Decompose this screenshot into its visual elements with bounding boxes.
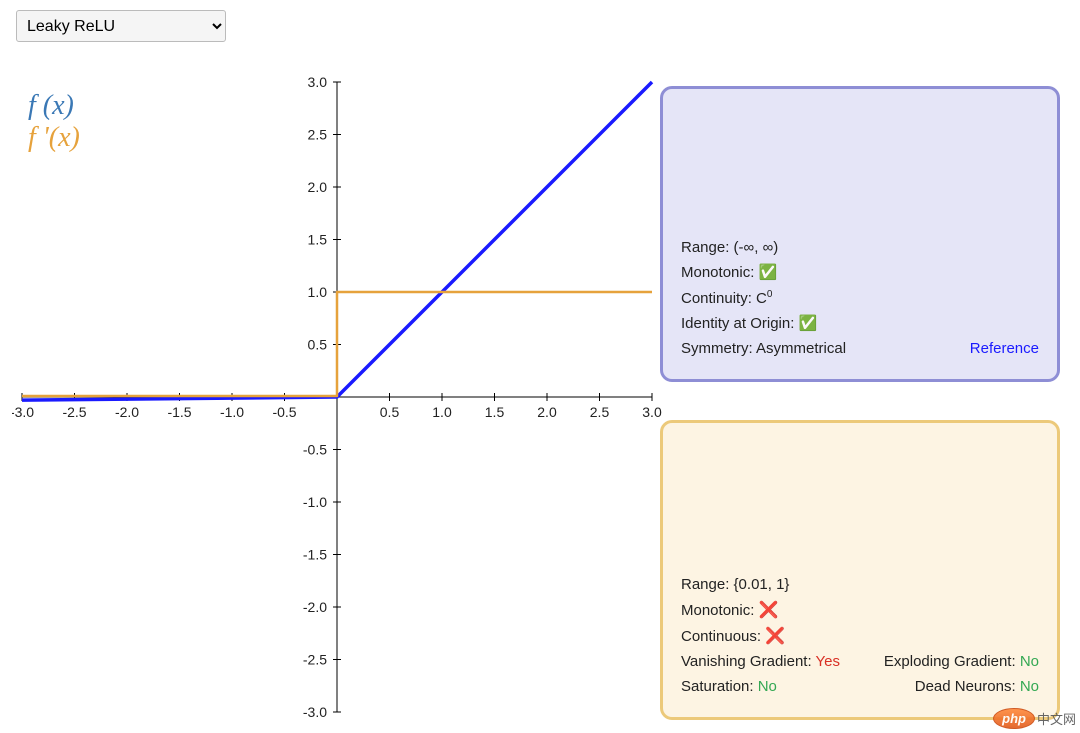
- fx-properties-panel: Range: (-∞, ∞) Monotonic: ✅ Continuity: …: [660, 86, 1060, 382]
- fprime-gradient-row: Vanishing Gradient: Yes Exploding Gradie…: [681, 653, 1039, 671]
- svg-text:-2.0: -2.0: [303, 599, 327, 615]
- fx-symmetry-row: Symmetry: Asymmetrical Reference: [681, 340, 1039, 358]
- check-icon: ✅: [799, 315, 818, 332]
- fx-continuity-row: Continuity: C0: [681, 289, 1039, 308]
- svg-text:3.0: 3.0: [308, 74, 328, 90]
- svg-text:-0.5: -0.5: [272, 404, 296, 420]
- svg-text:1.0: 1.0: [432, 404, 452, 420]
- svg-text:0.5: 0.5: [380, 404, 400, 420]
- check-icon: ✅: [759, 264, 778, 281]
- fx-range-row: Range: (-∞, ∞): [681, 239, 1039, 257]
- fx-identity-row: Identity at Origin: ✅: [681, 315, 1039, 333]
- fx-monotonic-row: Monotonic: ✅: [681, 264, 1039, 282]
- fprime-range-row: Range: {0.01, 1}: [681, 576, 1039, 594]
- fprime-monotonic-row: Monotonic: ❌: [681, 601, 1039, 620]
- svg-text:-1.0: -1.0: [220, 404, 244, 420]
- svg-text:3.0: 3.0: [642, 404, 662, 420]
- reference-link[interactable]: Reference: [970, 340, 1039, 358]
- svg-text:2.0: 2.0: [537, 404, 557, 420]
- svg-text:-3.0: -3.0: [12, 404, 34, 420]
- svg-text:1.5: 1.5: [308, 232, 328, 248]
- fprime-saturation-row: Saturation: No Dead Neurons: No: [681, 678, 1039, 696]
- svg-text:1.0: 1.0: [308, 284, 328, 300]
- svg-text:-2.0: -2.0: [115, 404, 139, 420]
- svg-text:-2.5: -2.5: [303, 652, 327, 668]
- svg-text:-1.5: -1.5: [303, 547, 327, 563]
- fprime-properties-panel: Range: {0.01, 1} Monotonic: ❌ Continuous…: [660, 420, 1060, 720]
- svg-text:1.5: 1.5: [485, 404, 505, 420]
- cross-icon: ❌: [759, 602, 779, 619]
- php-logo-icon: php: [993, 708, 1035, 729]
- svg-text:2.5: 2.5: [590, 404, 610, 420]
- watermark: php 中文网: [993, 708, 1076, 729]
- svg-text:-1.5: -1.5: [167, 404, 191, 420]
- fprime-continuous-row: Continuous: ❌: [681, 627, 1039, 646]
- chart: -3.0 -2.5 -2.0 -1.5 -1.0 -0.5 0.5 1.0 1.5 2.0 2.5 3…: [12, 72, 662, 722]
- chart-svg: -3.0 -2.5 -2.0 -1.5 -1.0 -0.5 0.5 1.0 1.5 2.0 2.5 3…: [12, 72, 662, 722]
- svg-text:-3.0: -3.0: [303, 704, 327, 720]
- svg-text:-2.5: -2.5: [62, 404, 86, 420]
- activation-function-select[interactable]: Leaky ReLU: [16, 10, 226, 42]
- svg-text:-1.0: -1.0: [303, 494, 327, 510]
- svg-text:0.5: 0.5: [308, 337, 328, 353]
- svg-text:2.0: 2.0: [308, 179, 328, 195]
- cross-icon: ❌: [765, 628, 785, 645]
- svg-text:-0.5: -0.5: [303, 442, 327, 458]
- svg-text:2.5: 2.5: [308, 127, 328, 143]
